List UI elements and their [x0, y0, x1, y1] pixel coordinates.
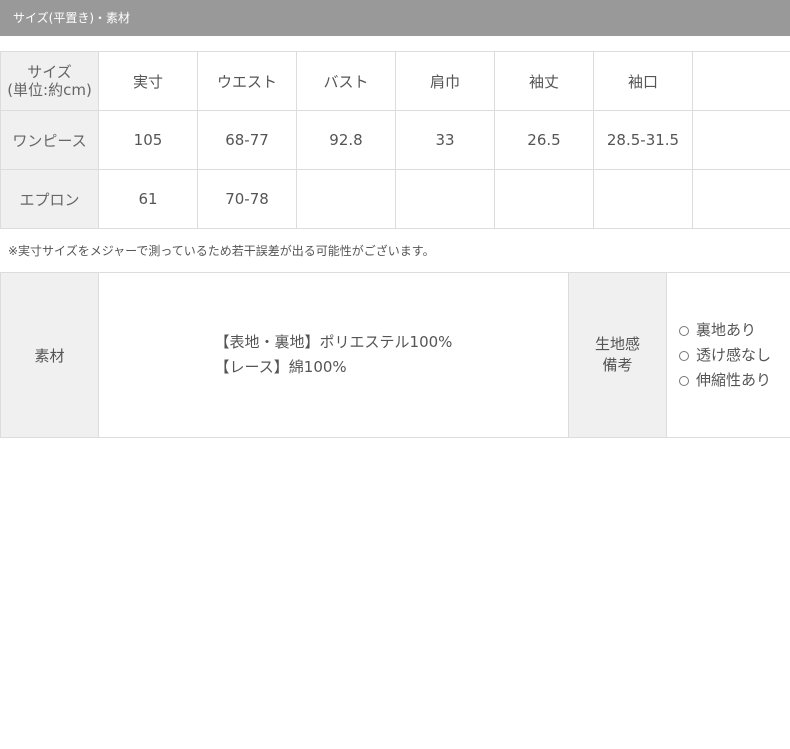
size-corner-label: サイズ [27, 63, 72, 81]
size-corner-unit: (単位:約cm) [7, 81, 92, 99]
size-corner-cell: サイズ (単位:約cm) [0, 51, 99, 111]
table-cell [692, 169, 790, 229]
table-cell [296, 169, 396, 229]
header-cell: 袖口 [593, 51, 693, 111]
section-header: サイズ(平置き)・素材 [0, 0, 790, 36]
header-cell: 袖丈 [494, 51, 594, 111]
option-label: 裏地あり [696, 320, 757, 339]
fabric-feel-label: 生地感 備考 [568, 272, 667, 438]
table-cell [692, 110, 790, 170]
table-cell: 105 [98, 110, 198, 170]
size-table-header-row: サイズ (単位:約cm) 実寸 ウエスト バスト 肩巾 袖丈 袖口 [0, 51, 790, 111]
option-label: 透け感なし [696, 345, 772, 364]
circle-icon [679, 375, 689, 386]
option-lining: 裏地あり [679, 318, 790, 343]
table-cell: 70-78 [197, 169, 297, 229]
option-label: 伸縮性あり [696, 370, 772, 389]
table-cell: 68-77 [197, 110, 297, 170]
material-label: 素材 [0, 272, 99, 438]
table-cell: 26.5 [494, 110, 594, 170]
material-table: 素材 【表地・裏地】ポリエステル100% 【レース】綿100% 生地感 備考 裏… [0, 272, 790, 438]
row-label: ワンピース [0, 110, 99, 170]
table-row: エプロン 61 70-78 [0, 169, 790, 229]
section-title: サイズ(平置き)・素材 [13, 11, 131, 25]
table-cell: 61 [98, 169, 198, 229]
material-line: 【レース】綿100% [214, 358, 347, 376]
material-text: 【表地・裏地】ポリエステル100% 【レース】綿100% [215, 330, 453, 380]
fabric-feel-label-line: 生地感 [594, 335, 640, 353]
table-cell: 92.8 [296, 110, 396, 170]
table-row: ワンピース 105 68-77 92.8 33 26.5 28.5-31.5 [0, 110, 790, 170]
option-sheerness: 透け感なし [679, 343, 790, 368]
table-cell [395, 169, 495, 229]
header-cell: ウエスト [197, 51, 297, 111]
table-cell: 28.5-31.5 [593, 110, 693, 170]
material-row: 素材 【表地・裏地】ポリエステル100% 【レース】綿100% 生地感 備考 裏… [0, 272, 790, 438]
table-cell [494, 169, 594, 229]
material-line: 【表地・裏地】ポリエステル100% [214, 333, 453, 351]
option-stretch: 伸縮性あり [679, 368, 790, 393]
header-cell: バスト [296, 51, 396, 111]
header-cell: 実寸 [98, 51, 198, 111]
size-table: サイズ (単位:約cm) 実寸 ウエスト バスト 肩巾 袖丈 袖口 ワンピース … [0, 51, 790, 229]
material-content-cell: 【表地・裏地】ポリエステル100% 【レース】綿100% [98, 272, 569, 438]
fabric-feel-label-line: 備考 [602, 356, 633, 374]
measurement-note: ※実寸サイズをメジャーで測っているため若干誤差が出る可能性がございます。 [8, 244, 435, 258]
table-cell: 33 [395, 110, 495, 170]
header-cell [692, 51, 790, 111]
header-cell: 肩巾 [395, 51, 495, 111]
circle-icon [679, 350, 689, 361]
row-label: エプロン [0, 169, 99, 229]
circle-icon [679, 325, 689, 336]
table-cell [593, 169, 693, 229]
fabric-feel-options: 裏地あり 透け感なし 伸縮性あり [666, 272, 790, 438]
